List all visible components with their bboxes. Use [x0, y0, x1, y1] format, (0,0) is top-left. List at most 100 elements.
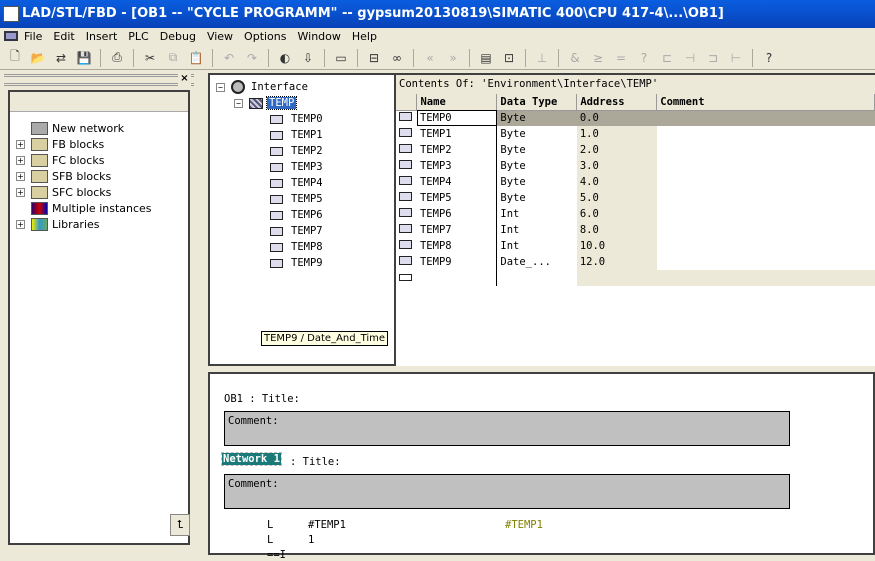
cell-name[interactable]: TEMP6 — [416, 206, 498, 222]
open-icon[interactable]: 📂 — [29, 49, 47, 67]
collapse-icon[interactable]: − — [216, 82, 225, 92]
catalog-item[interactable]: + Libraries — [10, 216, 100, 232]
cell-comment[interactable] — [656, 270, 875, 286]
table-row[interactable]: TEMP3 Byte 3.0 — [396, 158, 875, 174]
table-row[interactable]: TEMP4 Byte 4.0 — [396, 174, 875, 190]
cell-comment[interactable] — [656, 110, 875, 126]
cell-data-type[interactable]: Byte — [497, 174, 577, 190]
document-menu-icon[interactable] — [4, 31, 18, 41]
table-row[interactable]: TEMP2 Byte 2.0 — [396, 142, 875, 158]
table-row[interactable]: TEMP7 Int 8.0 — [396, 222, 875, 238]
tree-item-temp[interactable]: − TEMP — [234, 95, 298, 111]
block-comment-box[interactable]: Comment: — [224, 411, 790, 446]
column-header-address[interactable]: Address — [576, 94, 658, 111]
coil-icon[interactable]: ⊢ — [727, 49, 745, 67]
expand-icon[interactable]: + — [16, 187, 25, 197]
table-row[interactable]: TEMP6 Int 6.0 — [396, 206, 875, 222]
paste-icon[interactable]: 📋 — [187, 49, 205, 67]
catalog-item[interactable]: New network — [10, 120, 124, 136]
menu-edit[interactable]: Edit — [53, 30, 74, 43]
stl-operand[interactable]: 1 — [308, 534, 314, 546]
new-network-icon[interactable]: ⊥ — [533, 49, 551, 67]
stl-operation[interactable]: ==I — [267, 549, 286, 561]
column-header-comment[interactable]: Comment — [656, 94, 875, 111]
print-icon[interactable]: ⎙ — [108, 49, 126, 67]
monitor-icon[interactable]: ◐ — [276, 49, 294, 67]
cell-name[interactable]: TEMP8 — [416, 238, 498, 254]
empty-row[interactable] — [396, 270, 875, 286]
cell-name[interactable]: TEMP9 — [416, 254, 498, 270]
insert-button[interactable]: ⮤ — [170, 514, 190, 536]
tree-item-variable[interactable]: TEMP8 — [270, 239, 323, 255]
new-icon[interactable]: 🗋 — [6, 49, 24, 67]
or-icon[interactable]: ≥ — [589, 49, 607, 67]
cell-comment[interactable] — [657, 174, 875, 190]
catalog-item[interactable]: + SFC blocks — [10, 184, 111, 200]
table-row[interactable]: TEMP9 Date_... 12.0 — [396, 254, 875, 270]
collapse-icon[interactable]: − — [234, 98, 243, 108]
network-label[interactable]: Network 1 — [221, 452, 282, 466]
column-header-name[interactable]: Name — [416, 94, 498, 111]
stl-operation[interactable]: L — [267, 534, 273, 546]
tree-item-variable[interactable]: TEMP3 — [270, 159, 323, 175]
download-icon[interactable]: ⇩ — [299, 49, 317, 67]
branch-open-icon[interactable]: ⊏ — [658, 49, 676, 67]
table-row[interactable]: TEMP0 Byte 0.0 — [396, 110, 875, 126]
cell-comment[interactable] — [657, 238, 875, 254]
redo-icon[interactable]: ↷ — [243, 49, 261, 67]
contact-icon[interactable]: ⊣ — [681, 49, 699, 67]
menu-options[interactable]: Options — [244, 30, 286, 43]
tree-item-variable[interactable]: TEMP9 — [270, 255, 323, 271]
help-icon[interactable]: ? — [760, 49, 778, 67]
details-icon[interactable]: ⊡ — [500, 49, 518, 67]
table-row[interactable]: TEMP8 Int 10.0 — [396, 238, 875, 254]
cell-comment[interactable] — [657, 142, 875, 158]
stl-operation[interactable]: L — [267, 519, 273, 531]
cell-name[interactable]: TEMP4 — [416, 174, 498, 190]
network-title[interactable]: : Title: — [290, 456, 341, 468]
cell-name[interactable] — [416, 270, 498, 286]
cell-data-type[interactable]: Byte — [497, 190, 577, 206]
tree-item-variable[interactable]: TEMP0 — [270, 111, 323, 127]
network-comment-box[interactable]: Comment: — [224, 474, 790, 509]
menu-help[interactable]: Help — [352, 30, 377, 43]
tree-item-variable[interactable]: TEMP7 — [270, 223, 323, 239]
cell-name[interactable]: TEMP5 — [416, 190, 498, 206]
close-icon[interactable]: × — [178, 73, 191, 86]
cell-name[interactable]: TEMP2 — [416, 142, 498, 158]
program-elements-icon[interactable]: ▤ — [477, 49, 495, 67]
menu-debug[interactable]: Debug — [160, 30, 196, 43]
cell-data-type[interactable]: Byte — [497, 142, 577, 158]
cell-comment[interactable] — [657, 222, 875, 238]
cell-name[interactable]: TEMP0 — [416, 110, 498, 126]
cell-name[interactable]: TEMP7 — [416, 222, 498, 238]
network-icon[interactable]: ⊟ — [365, 49, 383, 67]
tree-item-variable[interactable]: TEMP6 — [270, 207, 323, 223]
copy-icon[interactable]: ⧉ — [164, 49, 182, 67]
assign-icon[interactable]: = — [612, 49, 630, 67]
cell-comment[interactable] — [657, 158, 875, 174]
cell-data-type[interactable]: Byte — [497, 126, 577, 142]
cell-comment[interactable] — [657, 254, 875, 270]
code-editor[interactable]: OB1 : Title: Comment: Network 1 : Title:… — [208, 372, 875, 561]
tree-item-variable[interactable]: TEMP2 — [270, 143, 323, 159]
unknown-box-icon[interactable]: ? — [635, 49, 653, 67]
expand-icon[interactable]: + — [16, 139, 25, 149]
catalog-item[interactable]: + SFB blocks — [10, 168, 111, 184]
cell-data-type[interactable]: Byte — [497, 158, 577, 174]
expand-icon[interactable]: + — [16, 155, 25, 165]
menu-file[interactable]: File — [24, 30, 42, 43]
menu-plc[interactable]: PLC — [128, 30, 148, 43]
next-error-icon[interactable]: » — [444, 49, 462, 67]
undo-icon[interactable]: ↶ — [220, 49, 238, 67]
save-icon[interactable]: 💾 — [75, 49, 93, 67]
panel-grip[interactable] — [4, 74, 194, 86]
accessible-nodes-icon[interactable]: ⇄ — [52, 49, 70, 67]
cell-data-type[interactable]: Date_... — [497, 254, 577, 270]
stl-operand[interactable]: #TEMP1 — [308, 519, 346, 531]
cell-data-type[interactable]: Byte — [496, 110, 577, 126]
table-row[interactable]: TEMP5 Byte 5.0 — [396, 190, 875, 206]
cell-name[interactable]: TEMP3 — [416, 158, 498, 174]
tree-item-variable[interactable]: TEMP1 — [270, 127, 323, 143]
tree-item-variable[interactable]: TEMP5 — [270, 191, 323, 207]
